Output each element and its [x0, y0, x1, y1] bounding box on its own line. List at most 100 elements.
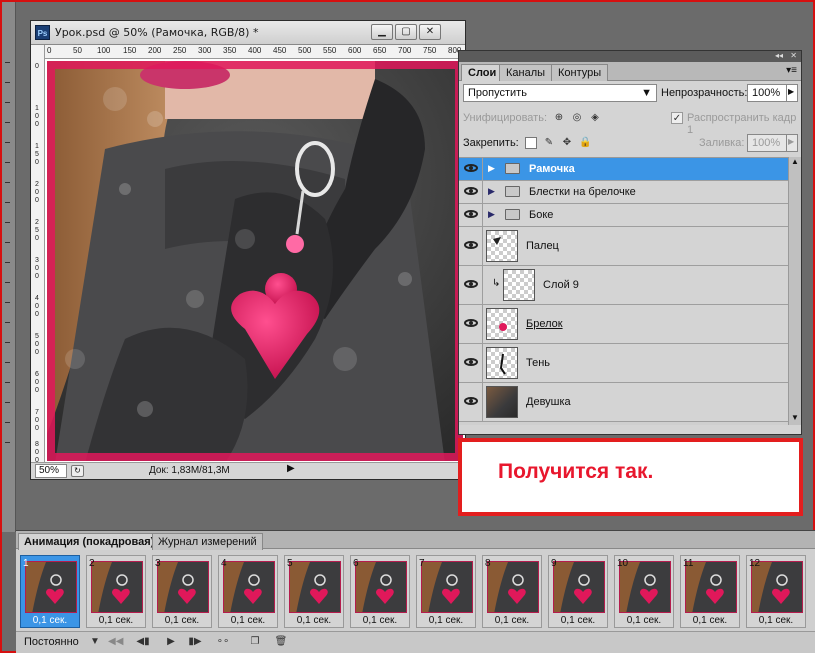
eye-icon[interactable]	[459, 158, 483, 180]
unify-style-icon[interactable]: ◈	[589, 112, 601, 124]
unify-visibility-icon[interactable]: ◎	[571, 112, 583, 124]
layer-thumbnail	[503, 269, 535, 301]
tab-measurement-log[interactable]: Журнал измерений	[152, 533, 263, 550]
panel-topbar: ◂◂ ✕	[459, 51, 801, 62]
layer-row-sloy9[interactable]: ↳ Слой 9	[459, 266, 789, 305]
animation-frame[interactable]: 4 0,1 сек.	[218, 555, 278, 628]
frame-delay[interactable]: 0,1 сек.	[219, 615, 277, 626]
ruler-label: 500	[298, 46, 312, 55]
panel-close-icon[interactable]: ✕	[790, 51, 797, 60]
layer-name: Рамочка	[529, 163, 575, 175]
frame-delay[interactable]: 0,1 сек.	[21, 615, 79, 626]
animation-frame[interactable]: 8 0,1 сек.	[482, 555, 542, 628]
fill-input[interactable]: 100%	[747, 134, 787, 152]
lock-transparency-icon[interactable]	[525, 137, 537, 149]
animation-frame[interactable]: 9 0,1 сек.	[548, 555, 608, 628]
tab-paths[interactable]: Контуры	[551, 64, 609, 81]
animation-frame[interactable]: 3 0,1 сек.	[152, 555, 212, 628]
layer-row-palec[interactable]: Палец	[459, 227, 789, 266]
unify-position-icon[interactable]: ⊕	[553, 112, 565, 124]
eye-icon[interactable]	[459, 204, 483, 226]
frame-delay[interactable]: 0,1 сек.	[747, 615, 805, 626]
lock-pixels-icon[interactable]: ✎	[543, 137, 555, 149]
eye-icon[interactable]	[459, 383, 483, 421]
image-canvas[interactable]	[45, 59, 465, 463]
tab-layers[interactable]: Слои	[461, 64, 504, 81]
fill-arrow-icon[interactable]: ▶	[786, 134, 798, 152]
ruler-label: 1 0 0	[35, 105, 39, 128]
minimize-button[interactable]: ▁	[371, 24, 393, 40]
navigator-icon[interactable]: ↻	[71, 465, 84, 477]
trash-icon[interactable]: 🗑	[274, 636, 288, 649]
frame-delay[interactable]: 0,1 сек.	[615, 615, 673, 626]
eye-icon[interactable]	[459, 305, 483, 343]
animation-frame[interactable]: 6 0,1 сек.	[350, 555, 410, 628]
collapse-icon[interactable]: ◂◂	[775, 51, 783, 60]
tab-animation[interactable]: Анимация (покадровая)	[18, 533, 161, 550]
zoom-field[interactable]: 50%	[35, 464, 67, 478]
scroll-down-icon[interactable]: ▼	[789, 413, 801, 425]
expand-triangle-icon[interactable]: ▶	[488, 209, 495, 220]
frame-delay[interactable]: 0,1 сек.	[153, 615, 211, 626]
opacity-input[interactable]: 100%	[747, 84, 787, 102]
next-frame-icon[interactable]: ▮▶	[188, 636, 202, 649]
lock-all-icon[interactable]: 🔒	[579, 137, 591, 149]
play-icon[interactable]: ▶	[164, 636, 178, 649]
frame-delay[interactable]: 0,1 сек.	[417, 615, 475, 626]
document-titlebar[interactable]: Ps Урок.psd @ 50% (Рамочка, RGB/8) * ▁ ▢…	[31, 21, 465, 45]
animation-frame[interactable]: 2 0,1 сек.	[86, 555, 146, 628]
layer-row-brelok[interactable]: Брелок	[459, 305, 789, 344]
eye-icon[interactable]	[459, 266, 483, 304]
folder-icon	[505, 209, 520, 220]
panel-menu-icon[interactable]: ▾≡	[786, 65, 797, 76]
layer-row-blestki[interactable]: ▶ Блестки на брелочке	[459, 181, 789, 204]
blend-mode-select[interactable]: Пропустить ▼	[463, 84, 657, 102]
new-frame-icon[interactable]: ❐	[248, 636, 262, 649]
loop-dropdown-icon[interactable]: ▼	[88, 636, 102, 649]
layer-row-devushka[interactable]: Девушка	[459, 383, 789, 422]
prev-frame-icon[interactable]: ◀▮	[136, 636, 150, 649]
expand-triangle-icon[interactable]: ▶	[488, 186, 495, 197]
scroll-up-icon[interactable]: ▲	[789, 157, 801, 169]
frame-delay[interactable]: 0,1 сек.	[285, 615, 343, 626]
frame-delay[interactable]: 0,1 сек.	[87, 615, 145, 626]
layer-row-boke[interactable]: ▶ Боке	[459, 204, 789, 227]
expand-triangle-icon[interactable]: ▶	[488, 163, 495, 174]
frame-number: 5	[287, 558, 293, 569]
photoshop-workspace: Ps Урок.psd @ 50% (Рамочка, RGB/8) * ▁ ▢…	[0, 0, 815, 653]
animation-frame[interactable]: 5 0,1 сек.	[284, 555, 344, 628]
frame-delay[interactable]: 0,1 сек.	[549, 615, 607, 626]
frame-thumbnail	[157, 561, 209, 613]
animation-frame[interactable]: 12 0,1 сек.	[746, 555, 806, 628]
frame-delay[interactable]: 0,1 сек.	[351, 615, 409, 626]
loop-select[interactable]: Постоянно	[24, 636, 79, 648]
tab-channels[interactable]: Каналы	[499, 64, 553, 81]
layer-row-ten[interactable]: Тень	[459, 344, 789, 383]
frame-number: 8	[485, 558, 491, 569]
frame-preview	[224, 562, 274, 612]
maximize-button[interactable]: ▢	[395, 24, 417, 40]
frame-delay[interactable]: 0,1 сек.	[483, 615, 541, 626]
propagate-checkbox[interactable]: ✓	[671, 112, 683, 124]
eye-icon[interactable]	[459, 181, 483, 203]
animation-frame[interactable]: 1 0,1 сек.	[20, 555, 80, 628]
opacity-label: Непрозрачность:	[661, 87, 748, 99]
eye-icon[interactable]	[459, 344, 483, 382]
animation-frame[interactable]: 7 0,1 сек.	[416, 555, 476, 628]
frame-thumbnail	[223, 561, 275, 613]
layer-row-ramochka[interactable]: ▶ Рамочка	[459, 158, 789, 181]
status-menu-arrow-icon[interactable]: ▶	[287, 463, 295, 474]
frame-number: 6	[353, 558, 359, 569]
tween-icon[interactable]: ∘∘	[216, 636, 230, 649]
frame-delay[interactable]: 0,1 сек.	[681, 615, 739, 626]
animation-frame[interactable]: 11 0,1 сек.	[680, 555, 740, 628]
frame-preview	[26, 562, 76, 612]
close-button[interactable]: ✕	[419, 24, 441, 40]
animation-frame[interactable]: 10 0,1 сек.	[614, 555, 674, 628]
animation-panel: Анимация (покадровая) Журнал измерений 1…	[16, 530, 815, 653]
layers-scrollbar[interactable]: ▲ ▼	[788, 157, 801, 425]
eye-icon[interactable]	[459, 227, 483, 265]
first-frame-icon[interactable]: ◀◀	[108, 636, 123, 649]
opacity-arrow-icon[interactable]: ▶	[786, 84, 798, 102]
lock-position-icon[interactable]: ✥	[561, 137, 573, 149]
